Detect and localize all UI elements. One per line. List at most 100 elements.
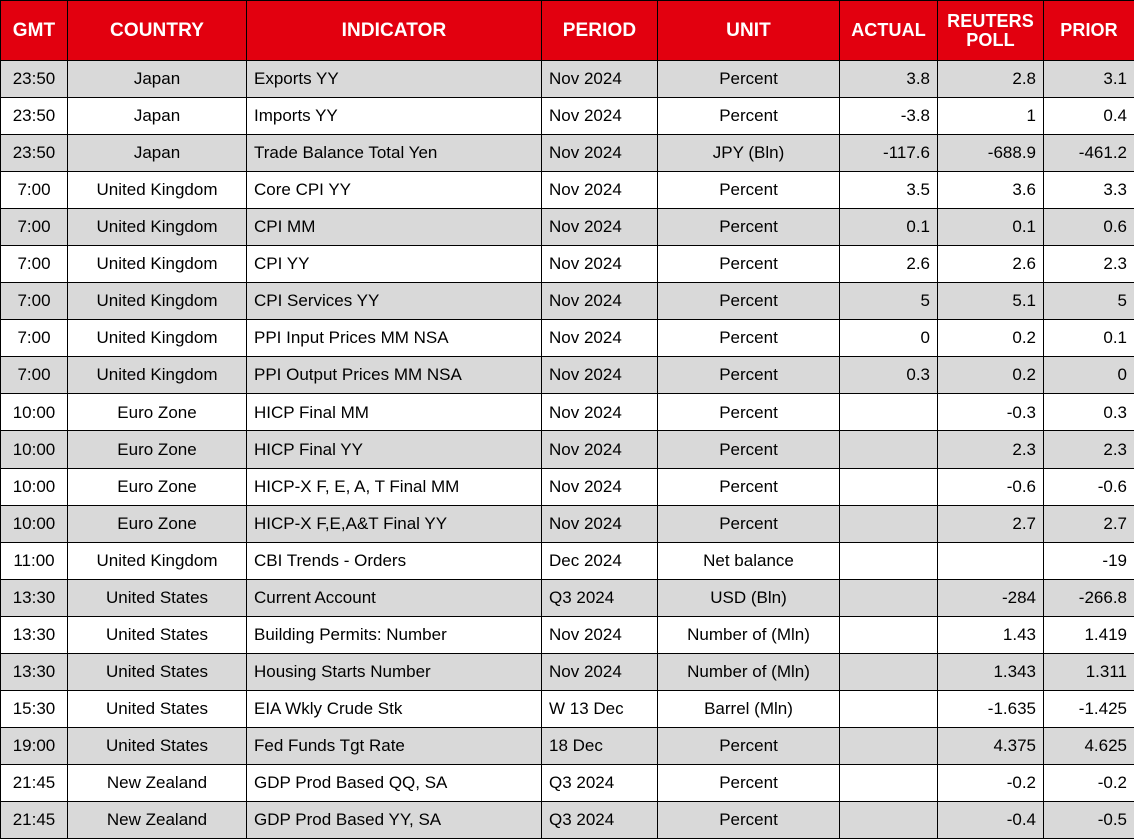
cell-actual: 3.8 [839, 59, 938, 99]
cell-period: Q3 2024 [541, 763, 658, 802]
cell-indicator: Housing Starts Number [246, 652, 542, 691]
cell-gmt: 10:00 [0, 504, 68, 543]
cell-unit: Percent [657, 763, 840, 802]
cell-actual [839, 689, 938, 728]
column-header-gmt: GMT [0, 0, 68, 61]
cell-reuters-poll: 2.8 [937, 59, 1044, 99]
cell-country: United States [67, 615, 247, 654]
cell-country: United States [67, 578, 247, 617]
cell-unit: Percent [657, 356, 840, 395]
cell-unit: Percent [657, 208, 840, 247]
column-header-reuters-poll-line2: POLL [966, 29, 1015, 50]
cell-country: United Kingdom [67, 356, 247, 395]
cell-actual [839, 504, 938, 543]
column-header-period: PERIOD [541, 0, 658, 61]
table-row: 7:00 United Kingdom CPI YY Nov 2024 Percent 2… [0, 245, 1134, 284]
cell-reuters-poll: -0.2 [937, 763, 1044, 802]
cell-unit: Percent [657, 319, 840, 358]
cell-reuters-poll: 2.3 [937, 430, 1044, 469]
cell-unit: Percent [657, 282, 840, 321]
cell-period: Nov 2024 [541, 319, 658, 358]
cell-period: Dec 2024 [541, 541, 658, 580]
cell-country: Japan [67, 59, 247, 99]
cell-indicator: Fed Funds Tgt Rate [246, 726, 542, 765]
cell-country: Japan [67, 134, 247, 173]
cell-prior: 2.3 [1043, 430, 1134, 469]
cell-period: Nov 2024 [541, 282, 658, 321]
cell-reuters-poll: 3.6 [937, 171, 1044, 210]
table-header: GMT COUNTRY INDICATOR PERIOD UNIT ACTUAL… [0, 0, 1134, 61]
cell-period: Nov 2024 [541, 504, 658, 543]
cell-period: Nov 2024 [541, 245, 658, 284]
cell-reuters-poll: -0.3 [937, 393, 1044, 432]
cell-period: Nov 2024 [541, 430, 658, 469]
table-row: 19:00 United States Fed Funds Tgt Rate 18 D… [0, 726, 1134, 765]
cell-reuters-poll: 0.2 [937, 319, 1044, 358]
cell-actual: 2.6 [839, 245, 938, 284]
cell-period: Nov 2024 [541, 59, 658, 99]
cell-country: United Kingdom [67, 208, 247, 247]
cell-prior: -19 [1043, 541, 1134, 580]
table-row: 10:00 Euro Zone HICP Final MM Nov 2024 Perce… [0, 393, 1134, 432]
cell-reuters-poll: 2.6 [937, 245, 1044, 284]
cell-prior: -0.5 [1043, 800, 1134, 839]
cell-prior: 0.3 [1043, 393, 1134, 432]
cell-prior: 0 [1043, 356, 1134, 395]
cell-gmt: 13:30 [0, 578, 68, 617]
cell-actual [839, 467, 938, 506]
cell-indicator: PPI Output Prices MM NSA [246, 356, 542, 395]
table-body: 23:50 Japan Exports YY Nov 2024 Percent 3.8 2.… [0, 59, 1134, 839]
cell-actual [839, 541, 938, 580]
table-row: 23:50 Japan Exports YY Nov 2024 Percent 3.8 2.… [0, 59, 1134, 99]
cell-reuters-poll: -284 [937, 578, 1044, 617]
table-row: 7:00 United Kingdom CPI Services YY Nov 202… [0, 282, 1134, 321]
cell-unit: Percent [657, 467, 840, 506]
cell-prior: 2.3 [1043, 245, 1134, 284]
cell-indicator: CBI Trends - Orders [246, 541, 542, 580]
cell-unit: JPY (Bln) [657, 134, 840, 173]
table-row: 15:30 United States EIA Wkly Crude Stk W 13… [0, 689, 1134, 728]
cell-country: Euro Zone [67, 504, 247, 543]
column-header-country: COUNTRY [67, 0, 247, 61]
cell-indicator: PPI Input Prices MM NSA [246, 319, 542, 358]
cell-actual: 0 [839, 319, 938, 358]
cell-gmt: 23:50 [0, 134, 68, 173]
cell-indicator: EIA Wkly Crude Stk [246, 689, 542, 728]
cell-period: Nov 2024 [541, 171, 658, 210]
cell-gmt: 7:00 [0, 171, 68, 210]
cell-prior: -1.425 [1043, 689, 1134, 728]
cell-gmt: 10:00 [0, 430, 68, 469]
cell-prior: 4.625 [1043, 726, 1134, 765]
column-header-reuters-poll-line1: REUTERS [947, 11, 1034, 32]
cell-gmt: 23:50 [0, 97, 68, 136]
cell-unit: Percent [657, 97, 840, 136]
cell-unit: Percent [657, 245, 840, 284]
cell-gmt: 10:00 [0, 393, 68, 432]
cell-reuters-poll: 4.375 [937, 726, 1044, 765]
cell-prior: 1.311 [1043, 652, 1134, 691]
table-row: 7:00 United Kingdom CPI MM Nov 2024 Percent 0… [0, 208, 1134, 247]
cell-indicator: Exports YY [246, 59, 542, 99]
cell-period: Nov 2024 [541, 134, 658, 173]
header-row: GMT COUNTRY INDICATOR PERIOD UNIT ACTUAL… [0, 0, 1134, 61]
cell-period: Q3 2024 [541, 578, 658, 617]
economic-calendar-table: GMT COUNTRY INDICATOR PERIOD UNIT ACTUAL… [0, 0, 1134, 839]
cell-indicator: Core CPI YY [246, 171, 542, 210]
cell-country: United Kingdom [67, 245, 247, 284]
cell-unit: Percent [657, 171, 840, 210]
cell-period: Nov 2024 [541, 208, 658, 247]
cell-gmt: 10:00 [0, 467, 68, 506]
cell-actual: 3.5 [839, 171, 938, 210]
cell-reuters-poll: 0.1 [937, 208, 1044, 247]
cell-indicator: Trade Balance Total Yen [246, 134, 542, 173]
cell-gmt: 7:00 [0, 208, 68, 247]
cell-indicator: GDP Prod Based QQ, SA [246, 763, 542, 802]
cell-prior: -0.2 [1043, 763, 1134, 802]
cell-actual: 0.3 [839, 356, 938, 395]
cell-country: New Zealand [67, 763, 247, 802]
cell-reuters-poll: 1.43 [937, 615, 1044, 654]
cell-actual: -3.8 [839, 97, 938, 136]
cell-country: Euro Zone [67, 467, 247, 506]
cell-unit: Percent [657, 800, 840, 839]
table-row: 13:30 United States Current Account Q3 2024… [0, 578, 1134, 617]
